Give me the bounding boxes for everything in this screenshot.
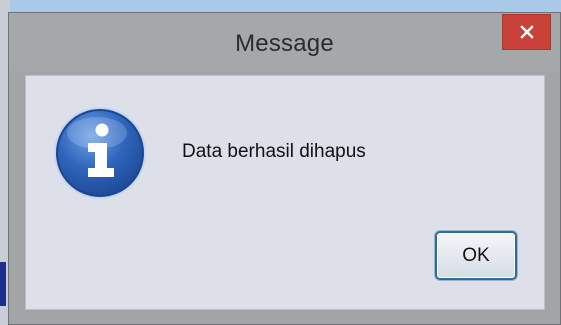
close-button[interactable]	[502, 14, 551, 50]
message-text: Data berhasil dihapus	[182, 141, 366, 162]
ok-button-label: OK	[462, 244, 490, 266]
background-window-accent	[0, 262, 6, 306]
close-icon	[519, 25, 534, 39]
ok-button[interactable]: OK	[435, 231, 517, 280]
screen: Message Data berhasil dihapus OK	[0, 0, 561, 325]
dialog-title: Message	[235, 30, 334, 57]
info-icon	[54, 107, 146, 199]
dialog-content: Data berhasil dihapus OK	[25, 75, 545, 310]
message-dialog: Message Data berhasil dihapus OK	[8, 12, 561, 325]
title-bar[interactable]: Message	[9, 13, 560, 71]
